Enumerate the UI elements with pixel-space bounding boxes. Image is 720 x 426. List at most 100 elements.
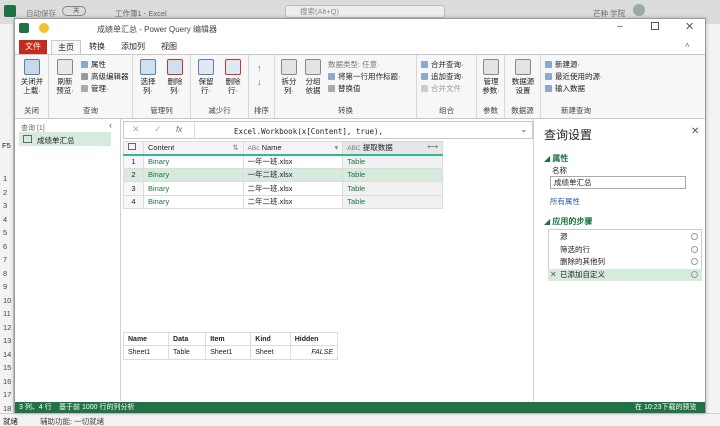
cell-name[interactable]: 一年一班.xlsx bbox=[242, 154, 344, 169]
table-row[interactable]: 3 Binary 二年一班.xlsx Table bbox=[123, 181, 443, 196]
excel-row-number[interactable]: 11 bbox=[3, 309, 11, 318]
query-item[interactable]: 成绩单汇总 bbox=[19, 132, 111, 146]
cell-custom[interactable]: Table bbox=[342, 181, 443, 196]
expand-formula-icon[interactable]: ⌄ bbox=[520, 124, 528, 135]
ribbon-collapse-icon[interactable]: ˄ bbox=[685, 41, 690, 50]
excel-row-number[interactable]: 13 bbox=[3, 336, 11, 345]
datasource-settings-button[interactable]: 数据源 设置 bbox=[508, 59, 538, 95]
search-input[interactable]: 搜索(Alt+Q) bbox=[285, 5, 445, 18]
excel-row-number[interactable]: 4 bbox=[3, 215, 7, 224]
excel-row-number[interactable]: 3 bbox=[3, 201, 7, 210]
remove-columns-button[interactable]: 删除 列· bbox=[163, 59, 187, 95]
col-header-custom[interactable]: ABC 提取数据 ⟷ bbox=[342, 140, 443, 156]
excel-row-number[interactable]: 16 bbox=[3, 377, 11, 386]
all-properties-link[interactable]: 所有属性 bbox=[550, 196, 580, 207]
excel-row-number[interactable]: 5 bbox=[3, 228, 7, 237]
cell-content[interactable]: Binary bbox=[142, 194, 244, 209]
close-load-button[interactable]: 关闭并 上载· bbox=[18, 59, 46, 95]
combine-files-button[interactable]: 合并文件 bbox=[421, 83, 461, 94]
split-column-button[interactable]: 拆分 列· bbox=[278, 59, 300, 95]
excel-row-number[interactable]: 17 bbox=[3, 390, 11, 399]
col-header-content[interactable]: Content ⇅ bbox=[142, 140, 244, 156]
row-number[interactable]: 1 bbox=[123, 154, 144, 169]
cell-name[interactable]: 二年二班.xlsx bbox=[242, 194, 344, 209]
accessibility-status[interactable]: 辅助功能: 一切就绪 bbox=[40, 416, 104, 426]
namebox[interactable]: F5 bbox=[2, 141, 11, 150]
filter-icon[interactable]: ▾ bbox=[334, 143, 338, 152]
applied-step[interactable]: 删除的其他列 bbox=[548, 256, 702, 268]
excel-row-number[interactable]: 18 bbox=[3, 404, 11, 413]
gear-icon[interactable] bbox=[691, 270, 698, 278]
cell-name[interactable]: 一年二班.xlsx bbox=[242, 167, 344, 183]
cell-custom[interactable]: Table bbox=[342, 154, 443, 169]
column-profile-status[interactable]: 基于前 1000 行的列分析 bbox=[59, 402, 134, 413]
cell-custom[interactable]: Table bbox=[342, 167, 443, 183]
applied-step[interactable]: 源 bbox=[548, 231, 702, 243]
excel-row-number[interactable]: 8 bbox=[3, 269, 7, 278]
table-row[interactable]: 2 Binary 一年二班.xlsx Table bbox=[123, 167, 443, 183]
table-row[interactable]: 1 Binary 一年一班.xlsx Table bbox=[123, 154, 443, 169]
data-type-dropdown[interactable]: 数据类型: 任意· bbox=[328, 59, 380, 70]
col-header-name[interactable]: ABc Name ▾ bbox=[242, 140, 344, 156]
excel-row-number[interactable]: 6 bbox=[3, 242, 7, 251]
close-settings-icon[interactable]: ✕ bbox=[691, 126, 699, 137]
gear-icon[interactable] bbox=[691, 233, 698, 240]
excel-row-number[interactable]: 15 bbox=[3, 363, 11, 372]
applied-step[interactable]: ✕ 已添加自定义 bbox=[548, 268, 702, 281]
recent-sources-button[interactable]: 最近使用的源· bbox=[545, 71, 603, 82]
formula-input[interactable]: Excel.Workbook(x[Content], true), bbox=[234, 127, 383, 136]
replace-values-button[interactable]: 替换值 bbox=[328, 83, 361, 94]
excel-row-number[interactable]: 7 bbox=[3, 255, 7, 264]
query-name-input[interactable]: 成绩单汇总 bbox=[550, 176, 686, 189]
collapse-pane-icon[interactable]: ‹ bbox=[109, 120, 112, 130]
enter-data-button[interactable]: 输入数据 bbox=[545, 83, 585, 94]
excel-row-number[interactable]: 1 bbox=[3, 174, 7, 183]
delete-step-icon[interactable]: ✕ bbox=[550, 269, 557, 281]
manage-parameters-button[interactable]: 管理 参数· bbox=[479, 59, 503, 95]
close-icon[interactable]: ✕ bbox=[685, 20, 694, 33]
tab-file[interactable]: 文件 bbox=[19, 40, 47, 54]
remove-rows-button[interactable]: 删除 行· bbox=[221, 59, 245, 95]
excel-row-number[interactable]: 10 bbox=[3, 296, 11, 305]
new-source-button[interactable]: 新建源· bbox=[545, 59, 580, 70]
applied-steps-section[interactable]: ◢ 应用的步骤 bbox=[544, 216, 592, 227]
row-number[interactable]: 4 bbox=[123, 194, 144, 209]
excel-row-number[interactable]: 9 bbox=[3, 282, 7, 291]
fx-icon[interactable]: fx bbox=[176, 125, 182, 134]
tab-add-column[interactable]: 添加列 bbox=[115, 40, 151, 54]
minimize-icon[interactable]: – bbox=[617, 21, 623, 32]
append-queries-button[interactable]: 追加查询· bbox=[421, 71, 464, 82]
row-number[interactable]: 3 bbox=[123, 181, 144, 196]
grid-corner[interactable] bbox=[123, 140, 144, 156]
properties-section[interactable]: ◢ 属性 bbox=[544, 153, 568, 164]
cell-content[interactable]: Binary bbox=[142, 167, 244, 183]
excel-row-number[interactable]: 12 bbox=[3, 323, 11, 332]
expand-column-icon[interactable]: ⟷ bbox=[427, 143, 438, 152]
merge-queries-button[interactable]: 合并查询· bbox=[421, 59, 464, 70]
tab-view[interactable]: 视图 bbox=[155, 40, 183, 54]
gear-icon[interactable] bbox=[691, 258, 698, 265]
excel-row-number[interactable]: 14 bbox=[3, 350, 11, 359]
row-number[interactable]: 2 bbox=[123, 167, 144, 183]
manage-button[interactable]: 管理· bbox=[81, 83, 109, 94]
smiley-icon[interactable] bbox=[39, 23, 49, 33]
tab-home[interactable]: 主页 bbox=[51, 40, 81, 54]
cell-custom[interactable]: Table bbox=[342, 194, 443, 209]
cell-content[interactable]: Binary bbox=[142, 181, 244, 196]
cancel-formula-icon[interactable]: ✕ bbox=[132, 124, 140, 135]
first-row-header-button[interactable]: 将第一行用作标题· bbox=[328, 71, 401, 82]
cell-name[interactable]: 二年一班.xlsx bbox=[242, 181, 344, 196]
avatar[interactable] bbox=[633, 4, 645, 16]
commit-formula-icon[interactable]: ✓ bbox=[154, 124, 162, 135]
cell-content[interactable]: Binary bbox=[142, 154, 244, 169]
refresh-preview-button[interactable]: 刷新 预览· bbox=[52, 59, 78, 95]
excel-row-number[interactable]: 2 bbox=[3, 188, 7, 197]
keep-rows-button[interactable]: 保留 行· bbox=[194, 59, 218, 95]
tab-transform[interactable]: 转换 bbox=[83, 40, 111, 54]
maximize-icon[interactable] bbox=[651, 22, 659, 30]
advanced-editor-button[interactable]: 高级编辑器 bbox=[81, 71, 129, 82]
properties-button[interactable]: 属性 bbox=[81, 59, 106, 70]
autosave-toggle[interactable]: 关 bbox=[62, 6, 86, 16]
filter-icon[interactable]: ⇅ bbox=[232, 143, 238, 152]
table-row[interactable]: 4 Binary 二年二班.xlsx Table bbox=[123, 194, 443, 209]
